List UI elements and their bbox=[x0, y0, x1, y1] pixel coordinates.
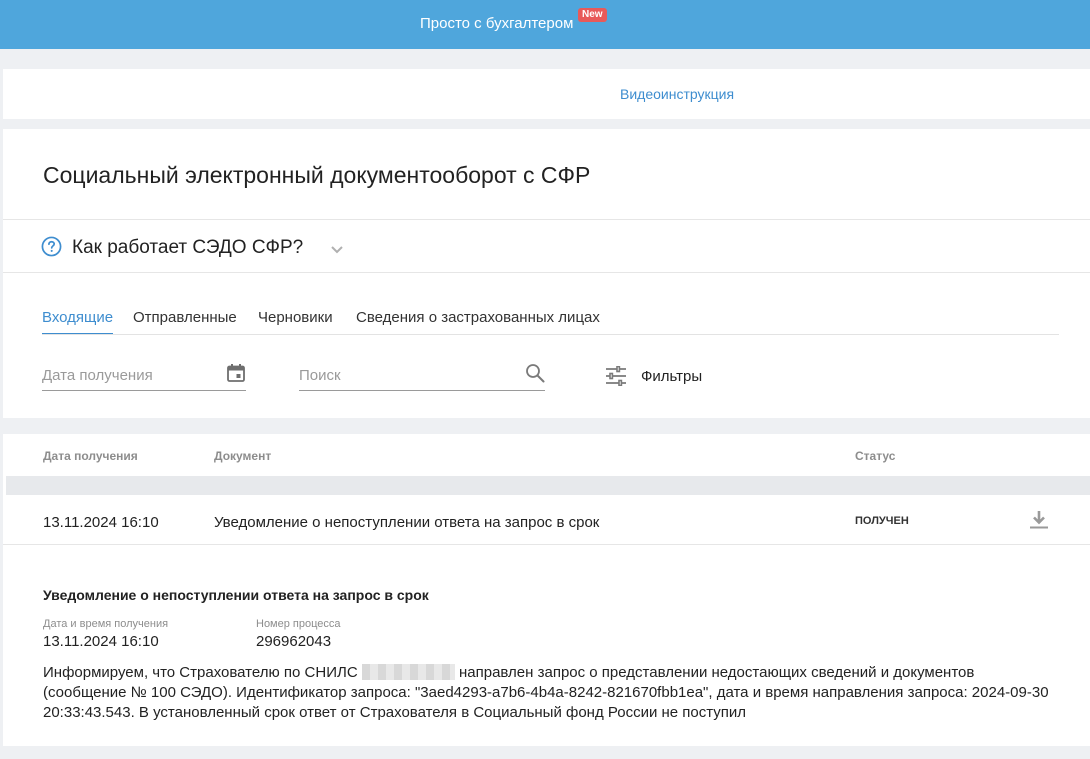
detail-title: Уведомление о непоступлении ответа на за… bbox=[43, 587, 429, 603]
new-badge: New bbox=[578, 8, 607, 22]
tab-insured-persons[interactable]: Сведения о застрахованных лицах bbox=[356, 309, 600, 326]
search-icon[interactable] bbox=[525, 363, 545, 383]
process-label: Номер процесса bbox=[256, 618, 341, 630]
filters-label: Фильтры bbox=[641, 368, 703, 385]
column-header-status[interactable]: Статус bbox=[855, 449, 895, 463]
message-part-1: Информируем, что Страхователю по СНИЛС bbox=[43, 664, 358, 681]
received-label: Дата и время получения bbox=[43, 618, 169, 630]
table-header-separator bbox=[6, 476, 1090, 495]
redacted-snils bbox=[361, 664, 455, 680]
download-icon[interactable] bbox=[1029, 509, 1049, 531]
table-row[interactable]: 13.11.2024 16:10 Уведомление о непоступл… bbox=[3, 495, 1090, 545]
search-input[interactable]: Поиск bbox=[299, 363, 545, 391]
received-value: 13.11.2024 16:10 bbox=[43, 633, 159, 650]
help-icon[interactable] bbox=[41, 236, 62, 257]
detail-message: Информируем, что Страхователю по СНИЛС н… bbox=[43, 663, 1053, 723]
date-filter-placeholder: Дата получения bbox=[42, 367, 153, 384]
search-placeholder: Поиск bbox=[299, 367, 341, 384]
column-header-date[interactable]: Дата получения bbox=[43, 449, 138, 463]
tab-sent[interactable]: Отправленные bbox=[133, 309, 237, 326]
row-date: 13.11.2024 16:10 bbox=[43, 514, 159, 531]
process-value: 296962043 bbox=[256, 633, 332, 650]
documents-table: Дата получения Документ Статус 13.11.202… bbox=[3, 434, 1090, 746]
video-card: Видеоинструкция bbox=[3, 69, 1090, 119]
divider bbox=[3, 272, 1090, 273]
chevron-down-icon[interactable] bbox=[329, 241, 345, 257]
divider bbox=[3, 219, 1090, 220]
promo-link[interactable]: Просто с бухгалтером bbox=[420, 15, 573, 32]
status-badge: ПОЛУЧЕН bbox=[855, 515, 909, 527]
row-document: Уведомление о непоступлении ответа на за… bbox=[214, 514, 600, 531]
column-header-document[interactable]: Документ bbox=[214, 449, 271, 463]
top-banner: Просто с бухгалтером New bbox=[0, 0, 1090, 49]
video-instruction-link[interactable]: Видеоинструкция bbox=[620, 86, 734, 102]
help-section-toggle[interactable]: Как работает СЭДО СФР? bbox=[72, 237, 303, 259]
main-card: Социальный электронный документооборот с… bbox=[3, 129, 1090, 418]
date-filter-field[interactable]: Дата получения bbox=[42, 363, 246, 391]
tabs-divider bbox=[42, 334, 1059, 335]
tab-drafts[interactable]: Черновики bbox=[258, 309, 333, 326]
tab-incoming[interactable]: Входящие bbox=[42, 309, 113, 326]
filters-icon bbox=[606, 366, 626, 386]
page-title: Социальный электронный документооборот с… bbox=[43, 162, 591, 188]
calendar-icon[interactable] bbox=[226, 363, 246, 383]
